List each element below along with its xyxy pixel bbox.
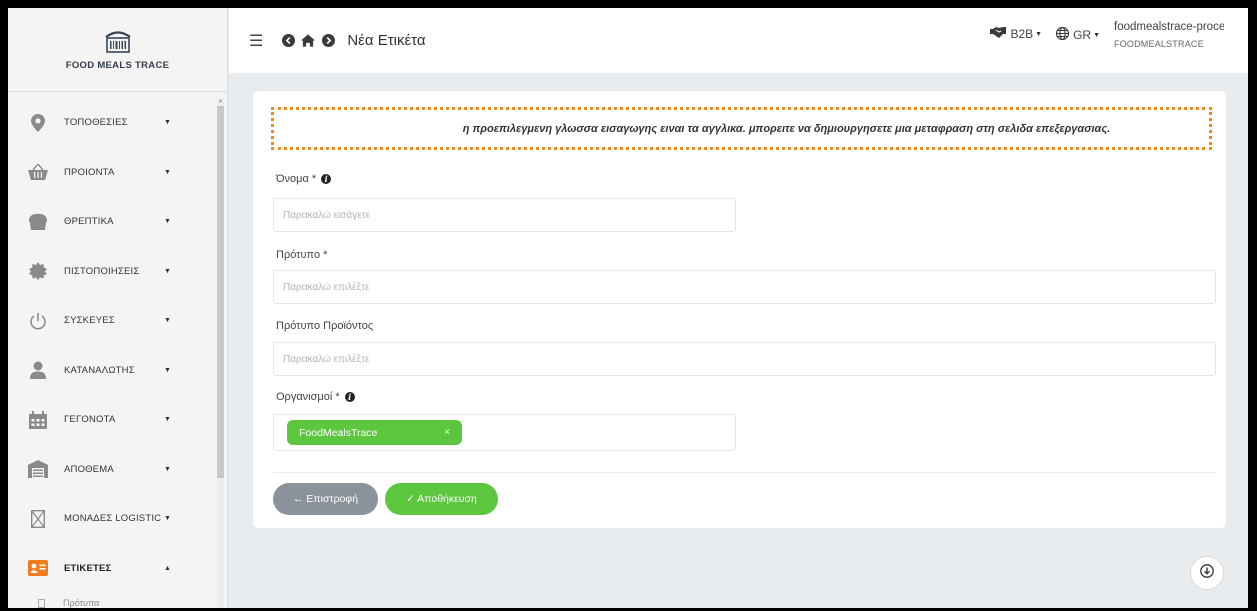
brand-name: FOOD MEALS TRACE	[65, 60, 170, 71]
sidebar-item-events[interactable]: ΓΕΓΟΝΟΤΑ ▼	[8, 395, 216, 445]
handshake-icon	[990, 27, 1007, 41]
brand[interactable]: FOOD MEALS TRACE	[8, 8, 227, 92]
basket-icon	[28, 162, 48, 182]
id-card-icon	[28, 558, 48, 578]
organization-tag-label: FoodMealsTrace	[299, 426, 378, 439]
product-template-select[interactable]	[273, 342, 1216, 376]
sidebar-item-label: ΕΤΙΚΕΤΕΣ	[64, 562, 112, 574]
calendar-icon	[28, 410, 48, 430]
b2b-label: B2B	[1010, 27, 1034, 41]
sidebar-subitem-label: Πρότυπα	[63, 598, 100, 608]
organizations-field-label: Οργανισμοί * i	[276, 391, 355, 403]
caret-up-icon: ▲	[164, 564, 171, 572]
forward-arrow-circle-icon[interactable]	[321, 34, 335, 48]
globe-icon	[1055, 26, 1070, 43]
info-icon[interactable]: i	[344, 392, 355, 402]
location-pin-icon	[28, 113, 48, 133]
back-arrow-circle-icon[interactable]	[281, 34, 295, 48]
certificate-seal-icon	[28, 261, 48, 281]
hamburger-menu-icon[interactable]: ☰	[249, 31, 263, 51]
sidebar-item-label: ΓΕΓΟΝΟΤΑ	[64, 414, 116, 426]
download-button[interactable]	[1190, 556, 1224, 590]
barcode-logo-icon	[104, 28, 132, 54]
warehouse-icon	[28, 459, 48, 479]
user-menu[interactable]: foodmealstrace-processc FOODMEALSTRACE	[1114, 21, 1224, 49]
sidebar-item-label: ΣΥΣΚΕΥΕΣ	[64, 315, 115, 327]
info-icon[interactable]: i	[321, 174, 332, 184]
caret-down-icon: ▼	[164, 218, 171, 226]
sidebar-item-locations[interactable]: ΤΟΠΟΘΕΣΙΕΣ ▼	[8, 98, 216, 148]
name-field-label: Όνομα * i	[276, 173, 332, 185]
language-notice: η προεπιλεγμενη γλωσσα εισαγωγης ειναι τ…	[271, 107, 1212, 150]
organization-tag: FoodMealsTrace ×	[287, 420, 462, 445]
document-icon	[38, 598, 45, 608]
topbar: ☰ Νέα Ετικέτα B2B ▼ GR ▼ foodmealstrace-…	[229, 8, 1248, 73]
sidebar: FOOD MEALS TRACE ΤΟΠΟΘΕΣΙΕΣ ▼ ΠΡΟΙΟΝΤΑ ▼	[8, 8, 228, 608]
sidebar-item-label: ΚΑΤΑΝΑΛΩΤΗΣ	[64, 364, 135, 376]
sidebar-item-labels[interactable]: ΕΤΙΚΕΤΕΣ ▲	[8, 544, 216, 594]
sidebar-item-label: ΤΟΠΟΘΕΣΙΕΣ	[64, 117, 128, 129]
template-select[interactable]	[273, 270, 1216, 304]
product-template-field-label: Πρότυπο Προϊόντος	[276, 320, 374, 332]
caret-down-icon: ▼	[164, 168, 171, 176]
caret-down-icon: ▼	[164, 119, 171, 127]
user-name: foodmealstrace-processc	[1114, 21, 1224, 33]
sidebar-item-label: ΠΡΟΙΟΝΤΑ	[64, 166, 115, 178]
caret-down-icon: ▼	[1035, 30, 1043, 38]
form-card: η προεπιλεγμενη γλωσσα εισαγωγης ειναι τ…	[253, 91, 1226, 528]
back-button[interactable]: ← Επιστροφή	[273, 483, 378, 515]
home-icon[interactable]	[301, 34, 316, 48]
divider	[273, 472, 1216, 473]
b2b-dropdown[interactable]: B2B ▼	[990, 27, 1042, 41]
sidebar-item-logistic-units[interactable]: ΜΟΝΑΔΕΣ LOGISTIC ▼	[8, 494, 216, 544]
nav-icons	[281, 34, 335, 48]
caret-down-icon: ▼	[164, 267, 171, 275]
box-icon	[28, 509, 48, 529]
sidebar-item-label: ΑΠΟΘΕΜΑ	[64, 463, 114, 475]
chef-hat-icon	[28, 212, 48, 232]
sidebar-item-stock[interactable]: ΑΠΟΘΕΜΑ ▼	[8, 445, 216, 495]
sidebar-item-consumer[interactable]: ΚΑΤΑΝΑΛΩΤΗΣ ▼	[8, 346, 216, 396]
page-title: Νέα Ετικέτα	[347, 32, 426, 49]
sidebar-item-label: ΠΙΣΤΟΠΟΙΗΣΕΙΣ	[64, 265, 140, 277]
caret-down-icon: ▼	[164, 317, 171, 325]
sidebar-item-label: ΘΡΕΠΤΙΚΑ	[64, 216, 114, 228]
template-field-label: Πρότυπο *	[276, 249, 328, 261]
top-right-controls: B2B ▼ GR ▼ foodmealstrace-processc FOODM…	[990, 21, 1224, 49]
sidebar-subitem-templates[interactable]: Πρότυπα	[8, 593, 216, 608]
sidebar-item-products[interactable]: ΠΡΟΙΟΝΤΑ ▼	[8, 148, 216, 198]
caret-down-icon: ▼	[164, 465, 171, 473]
caret-down-icon: ▼	[164, 366, 171, 374]
language-label: GR	[1073, 28, 1092, 42]
sidebar-scrollbar[interactable]: ▲	[217, 98, 224, 608]
sidebar-menu: ΤΟΠΟΘΕΣΙΕΣ ▼ ΠΡΟΙΟΝΤΑ ▼ ΘΡΕΠΤΙΚΑ ▼ ΠΙΣΤΟ…	[8, 98, 216, 608]
save-button[interactable]: ✓ Αποθήκευση	[385, 483, 498, 515]
organizations-multiselect[interactable]: FoodMealsTrace ×	[273, 414, 736, 451]
scroll-up-icon[interactable]: ▲	[218, 98, 223, 104]
sidebar-item-certifications[interactable]: ΠΙΣΤΟΠΟΙΗΣΕΙΣ ▼	[8, 247, 216, 297]
language-dropdown[interactable]: GR ▼	[1055, 26, 1100, 43]
download-circle-icon	[1200, 563, 1214, 583]
remove-tag-icon[interactable]: ×	[444, 427, 450, 438]
app-window: FOOD MEALS TRACE ΤΟΠΟΘΕΣΙΕΣ ▼ ΠΡΟΙΟΝΤΑ ▼	[8, 8, 1248, 608]
user-organization: FOODMEALSTRACE	[1114, 39, 1204, 49]
user-icon	[28, 360, 48, 380]
caret-down-icon: ▼	[164, 515, 171, 523]
sidebar-item-nutrition[interactable]: ΘΡΕΠΤΙΚΑ ▼	[8, 197, 216, 247]
notice-text: η προεπιλεγμενη γλωσσα εισαγωγης ειναι τ…	[462, 122, 1111, 135]
scroll-thumb[interactable]	[217, 106, 224, 478]
sidebar-item-label: ΜΟΝΑΔΕΣ LOGISTIC	[64, 513, 162, 525]
power-icon	[28, 311, 48, 331]
name-input[interactable]	[273, 198, 736, 232]
caret-down-icon: ▼	[164, 416, 171, 424]
sidebar-item-devices[interactable]: ΣΥΣΚΕΥΕΣ ▼	[8, 296, 216, 346]
caret-down-icon: ▼	[1093, 31, 1100, 39]
